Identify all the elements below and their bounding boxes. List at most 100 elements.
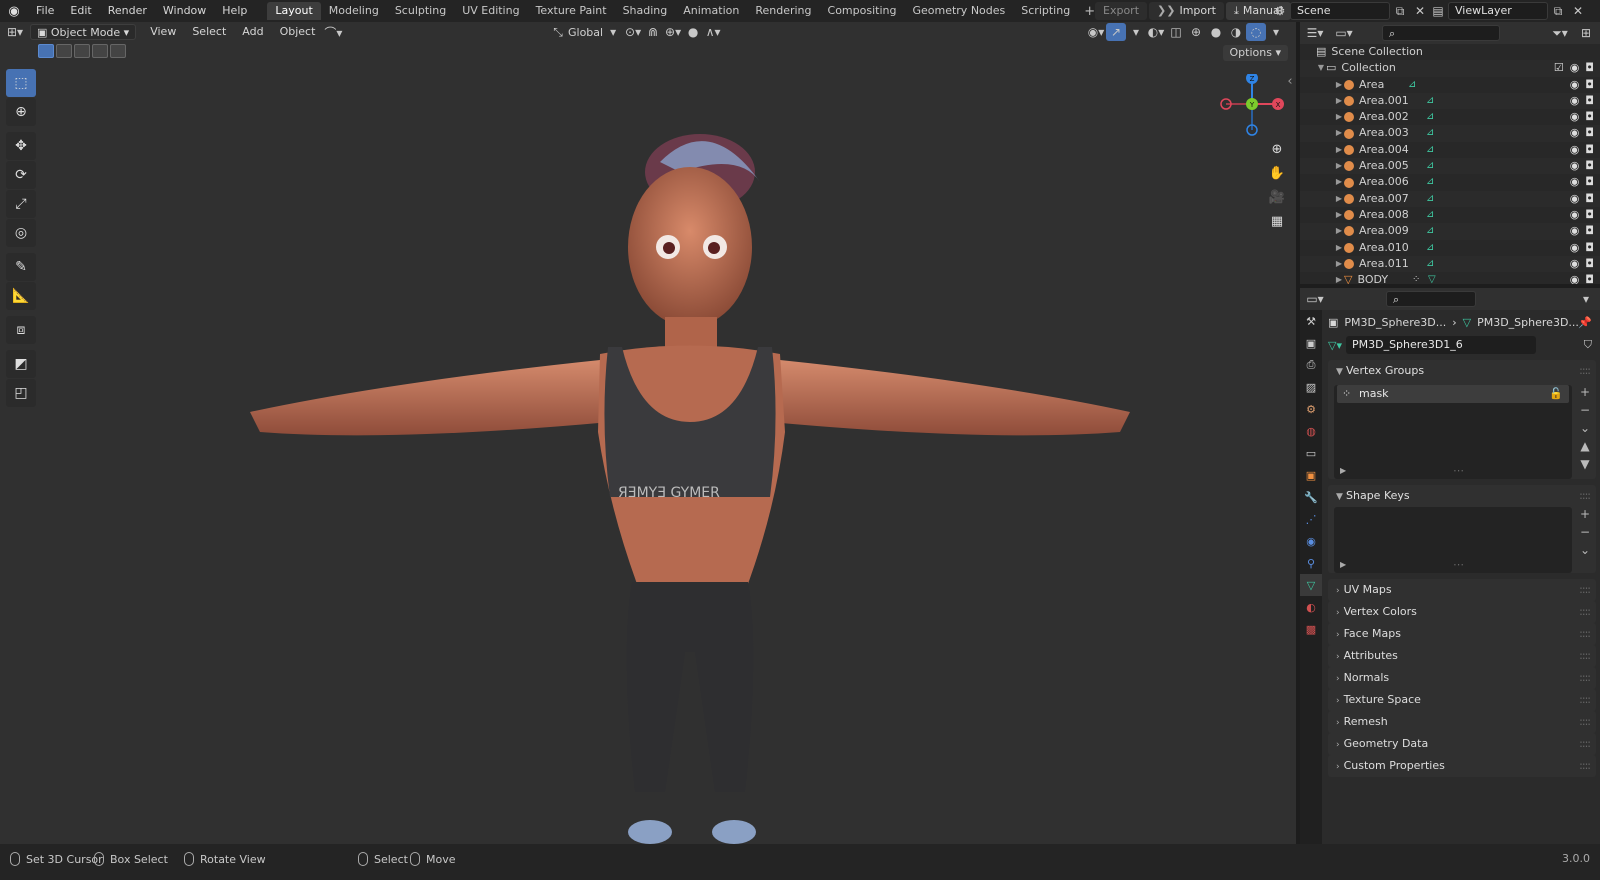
- collapsed-panel[interactable]: › Remesh::::: [1328, 711, 1596, 733]
- drag-handle-icon[interactable]: ::::: [1579, 601, 1591, 623]
- snap-icon[interactable]: ⋒: [643, 23, 663, 41]
- transform-icon[interactable]: ◎: [6, 219, 36, 247]
- menu-render[interactable]: Render: [100, 0, 155, 22]
- expand-icon[interactable]: ▶: [1334, 272, 1344, 284]
- export-button[interactable]: Export: [1095, 2, 1148, 20]
- drag-handle-icon[interactable]: ::::: [1579, 755, 1591, 777]
- collapsed-panel[interactable]: › Custom Properties::::: [1328, 755, 1596, 777]
- vertex-groups-header[interactable]: ▼ Vertex Groups::::: [1328, 360, 1596, 382]
- move-icon[interactable]: ✥: [6, 132, 36, 160]
- eye-icon[interactable]: ◉: [1570, 109, 1580, 125]
- scene-name-field[interactable]: Scene: [1290, 2, 1390, 20]
- camera-icon[interactable]: ◘: [1585, 142, 1594, 158]
- camera-icon[interactable]: ◘: [1585, 109, 1594, 125]
- blender-logo-icon[interactable]: ◉: [0, 0, 28, 22]
- grid-icon[interactable]: ▦: [1266, 210, 1288, 232]
- collection-row[interactable]: ▼ ▭ Collection ☑ ◉ ◘: [1300, 60, 1600, 77]
- visibility-icon[interactable]: ◉▾: [1086, 23, 1106, 41]
- expand-icon[interactable]: ▼: [1316, 60, 1326, 76]
- chevron-down-icon[interactable]: ▾: [1576, 290, 1596, 308]
- camera-icon[interactable]: ◘: [1585, 93, 1594, 109]
- collection-tab-icon[interactable]: ▭: [1300, 442, 1322, 464]
- menu-help[interactable]: Help: [214, 0, 255, 22]
- bevel-icon[interactable]: ◩: [6, 350, 36, 378]
- outliner-item[interactable]: ▶ Area.003 ⊿ ◉ ◘: [1300, 125, 1600, 142]
- filter-icon[interactable]: ⏷▾: [1550, 24, 1570, 42]
- camera-icon[interactable]: ◘: [1585, 174, 1594, 190]
- camera-icon[interactable]: ◘: [1585, 77, 1594, 93]
- outliner-item[interactable]: ▶ Area.001 ⊿ ◉ ◘: [1300, 92, 1600, 110]
- chevron-down-icon[interactable]: ▾: [1126, 23, 1146, 41]
- outliner-item[interactable]: ▶ Area.009 ⊿ ◉ ◘: [1300, 223, 1600, 240]
- zoom-icon[interactable]: ⊕: [1266, 138, 1288, 160]
- collapsed-panel[interactable]: › Normals::::: [1328, 667, 1596, 689]
- annotate-icon[interactable]: ✎: [6, 253, 36, 281]
- tab-scripting[interactable]: Scripting: [1013, 2, 1078, 20]
- expand-icon[interactable]: ▶: [1334, 256, 1344, 272]
- camera-icon[interactable]: ◘: [1585, 223, 1594, 239]
- falloff-icon[interactable]: ∧▾: [703, 23, 723, 41]
- eye-icon[interactable]: ◉: [1570, 272, 1580, 284]
- vertex-group-item[interactable]: ⁘ mask 🔓: [1337, 385, 1569, 403]
- tab-uv-editing[interactable]: UV Editing: [454, 2, 527, 20]
- proportional-edit-icon[interactable]: ●: [683, 23, 703, 41]
- add-icon[interactable]: +: [1580, 507, 1590, 521]
- drag-handle-icon[interactable]: ::::: [1579, 645, 1591, 667]
- pivot-icon[interactable]: ⊙▾: [623, 23, 643, 41]
- expand-icon[interactable]: ▶: [1334, 191, 1344, 207]
- resize-handle-icon[interactable]: ⋯: [1453, 558, 1464, 571]
- add-cube-icon[interactable]: ⧈: [6, 316, 36, 344]
- material-tab-icon[interactable]: ◐: [1300, 596, 1322, 618]
- tab-layout[interactable]: Layout: [267, 2, 321, 20]
- copy-viewlayer-icon[interactable]: ⧉: [1548, 2, 1568, 20]
- mode-dropdown[interactable]: ▣ Object Mode ▾: [30, 24, 137, 40]
- expand-icon[interactable]: ▶: [1334, 158, 1344, 174]
- gpencil-icon[interactable]: ⌒▾: [323, 23, 343, 41]
- vertex-groups-list[interactable]: ⁘ mask 🔓 ▶ ⋯ + − ⌄ ▲ ▼: [1334, 385, 1590, 479]
- wireframe-shading-icon[interactable]: ⊕: [1186, 23, 1206, 41]
- drag-handle-icon[interactable]: ::::: [1579, 733, 1591, 755]
- tab-texture-paint[interactable]: Texture Paint: [528, 2, 615, 20]
- shear-icon[interactable]: ◰: [6, 379, 36, 407]
- menu-select[interactable]: Select: [184, 22, 234, 42]
- outliner-item[interactable]: ▶ Area.007 ⊿ ◉ ◘: [1300, 190, 1600, 207]
- drag-handle-icon[interactable]: ::::: [1579, 711, 1591, 733]
- select-subtract-icon[interactable]: [74, 44, 90, 58]
- chevron-down-icon[interactable]: ⌄: [1580, 421, 1590, 435]
- expand-icon[interactable]: ▶: [1334, 207, 1344, 223]
- camera-icon[interactable]: ◘: [1585, 272, 1594, 284]
- options-dropdown[interactable]: Options ▾: [1222, 45, 1288, 61]
- xray-icon[interactable]: ◫: [1166, 23, 1186, 41]
- move-down-icon[interactable]: ▼: [1580, 457, 1589, 471]
- render-tab-icon[interactable]: ▣: [1300, 332, 1322, 354]
- eye-icon[interactable]: ◉: [1570, 191, 1580, 207]
- close-icon[interactable]: ✕: [1410, 2, 1430, 20]
- outliner-item[interactable]: ▶ Area.005 ⊿ ◉ ◘: [1300, 158, 1600, 175]
- drag-handle-icon[interactable]: ::::: [1579, 667, 1591, 689]
- close-icon[interactable]: ✕: [1568, 2, 1588, 20]
- lock-icon[interactable]: 🔓: [1549, 385, 1563, 403]
- snap-target-icon[interactable]: ⊕▾: [663, 23, 683, 41]
- 3d-viewport[interactable]: Options ▾ ⬚ ⊕ ✥ ⟳ ⤢ ◎ ✎ 📐 ⧈ ◩ ◰ ЯƎMYƎ GY…: [0, 42, 1296, 844]
- tool-tab-icon[interactable]: ⚒: [1300, 310, 1322, 332]
- expand-icon[interactable]: ▶: [1334, 125, 1344, 141]
- camera-icon[interactable]: ◘: [1585, 240, 1594, 256]
- drag-handle-icon[interactable]: ::::: [1579, 360, 1591, 382]
- outliner-item[interactable]: ▶ Area.002 ⊿ ◉ ◘: [1300, 109, 1600, 125]
- cursor-icon[interactable]: ⊕: [6, 98, 36, 126]
- expand-icon[interactable]: ▶: [1334, 93, 1344, 109]
- collapsed-panel[interactable]: › Geometry Data::::: [1328, 733, 1596, 755]
- outliner-item[interactable]: ▶ Area ⊿ ◉ ◘: [1300, 77, 1600, 93]
- tab-rendering[interactable]: Rendering: [747, 2, 819, 20]
- particles-tab-icon[interactable]: ⋰: [1300, 508, 1322, 530]
- shape-keys-list[interactable]: ▶ ⋯ + − ⌄: [1334, 507, 1590, 573]
- expand-icon[interactable]: ▶: [1334, 142, 1344, 158]
- new-collection-icon[interactable]: ⊞: [1576, 24, 1596, 42]
- collapsed-panel[interactable]: › Attributes::::: [1328, 645, 1596, 667]
- camera-icon[interactable]: ◘: [1585, 191, 1594, 207]
- outliner-search-input[interactable]: ⌕: [1382, 25, 1500, 41]
- viewlayer-name-field[interactable]: ViewLayer: [1448, 2, 1548, 20]
- expand-icon[interactable]: ▶: [1334, 240, 1344, 256]
- modifier-tab-icon[interactable]: 🔧: [1300, 486, 1322, 508]
- output-tab-icon[interactable]: ⎙: [1300, 354, 1322, 376]
